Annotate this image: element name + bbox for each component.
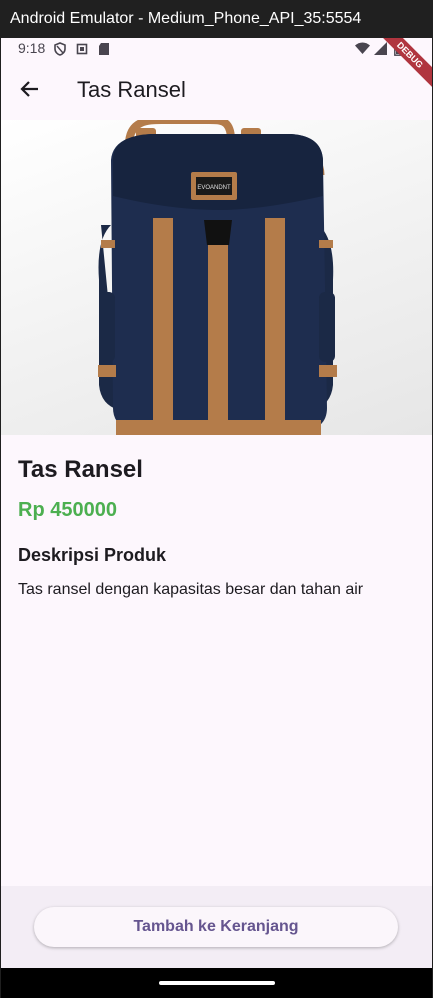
status-bar: 9:18 DEBUG <box>1 38 432 89</box>
add-to-cart-button[interactable]: Tambah ke Keranjang <box>34 907 398 947</box>
emulator-window-title: Android Emulator - Medium_Phone_API_35:5… <box>0 0 433 38</box>
app-bar: Tas Ransel <box>1 60 432 120</box>
sd-card-icon <box>99 43 109 55</box>
product-description: Tas ransel dengan kapasitas besar dan ta… <box>18 581 364 598</box>
back-arrow-icon <box>20 81 38 97</box>
bottom-action-bar: Tambah ke Keranjang <box>1 886 432 968</box>
signal-icon <box>374 42 387 55</box>
window-icon <box>76 43 88 55</box>
home-gesture-handle[interactable] <box>159 981 275 985</box>
brand-patch-text: EVOANDNT <box>197 185 231 191</box>
shield-icon <box>54 42 66 56</box>
product-image: EVOANDNT <box>1 120 432 435</box>
product-name: Tas Ransel <box>18 456 143 483</box>
status-time: 9:18 <box>18 40 46 56</box>
page-title: Tas Ransel <box>77 77 186 102</box>
description-heading: Deskripsi Produk <box>18 545 167 565</box>
phone-screen: 9:18 DEBUG Tas Ransel EVOANDNT Tas Ranse… <box>1 38 432 998</box>
product-price: Rp 450000 <box>18 499 117 521</box>
backpack-illustration: EVOANDNT <box>98 120 337 435</box>
system-navigation-bar <box>1 968 432 998</box>
wifi-icon <box>355 42 370 54</box>
back-button[interactable] <box>15 74 45 104</box>
